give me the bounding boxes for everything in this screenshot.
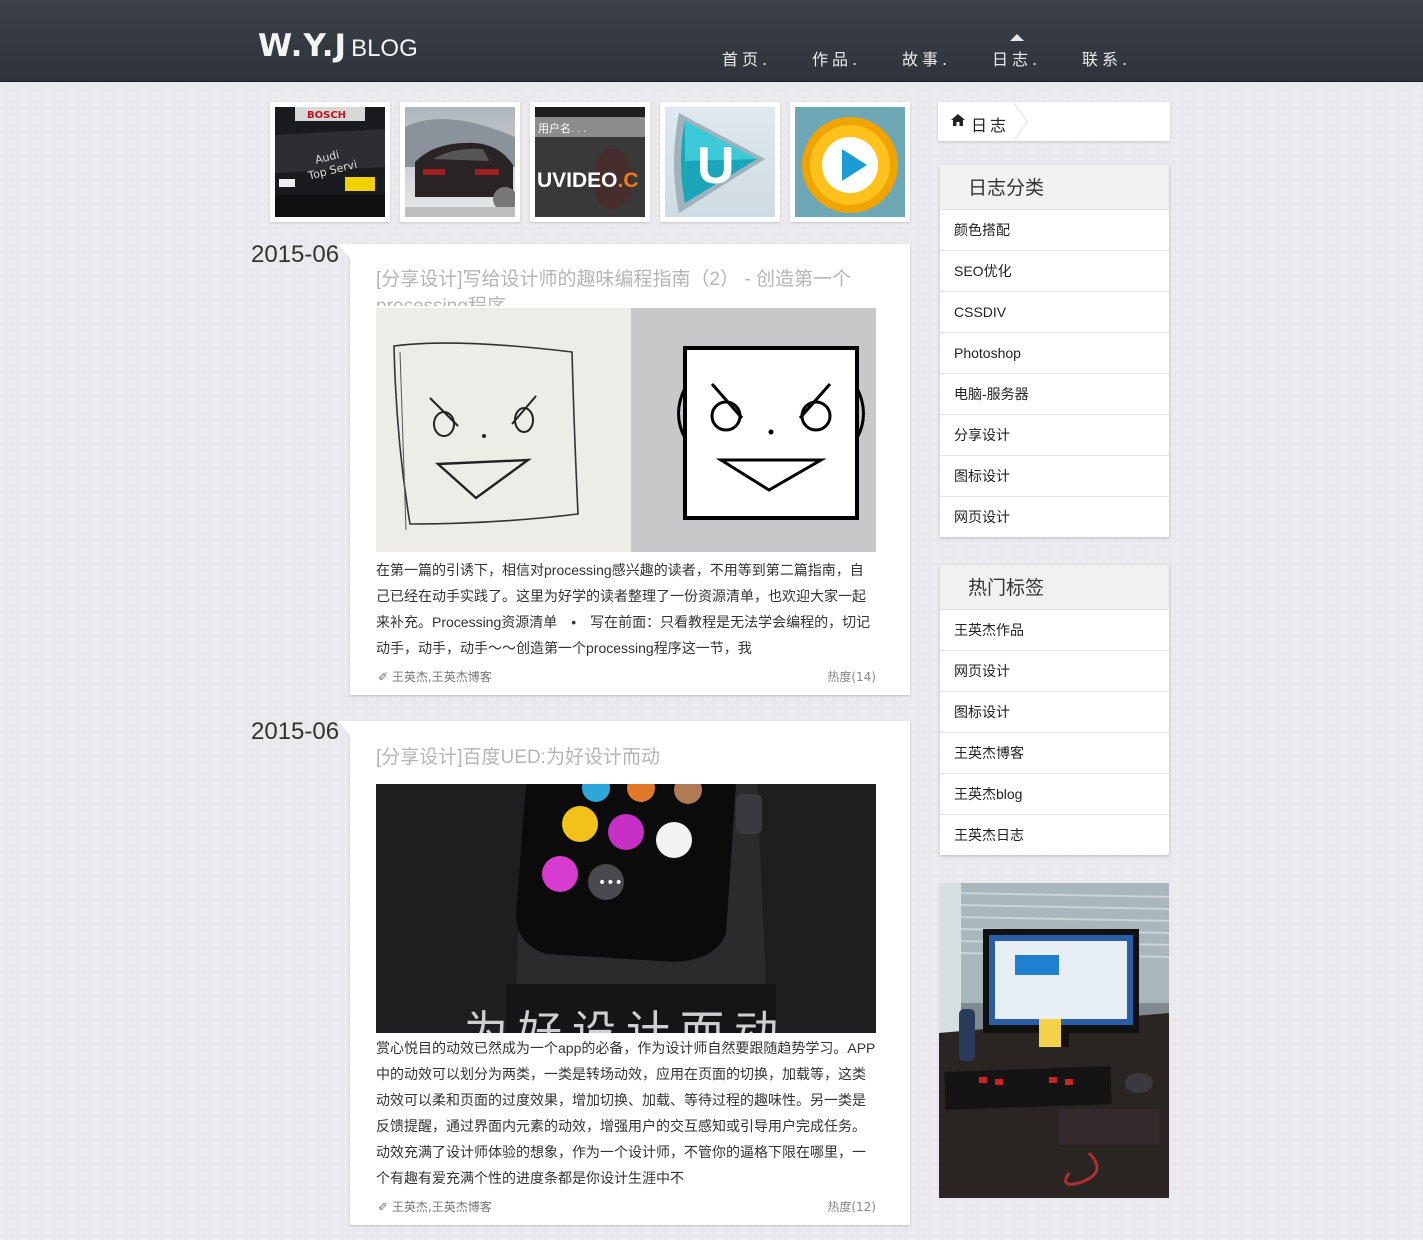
- svg-text:U: U: [697, 137, 735, 195]
- nav-contact[interactable]: 联系.: [1080, 44, 1170, 81]
- category-title: 日志分类: [940, 165, 1169, 210]
- post-heat: 热度(12): [827, 1200, 876, 1214]
- post-card: [分享设计]写给设计师的趣味编程指南（2） - 创造第一个processing程…: [338, 244, 910, 695]
- post-tags[interactable]: ✐ 王英杰,王英杰博客: [378, 668, 492, 685]
- post-title[interactable]: [分享设计]百度UED:为好设计而动: [376, 744, 876, 774]
- category-item[interactable]: 颜色搭配: [940, 210, 1169, 251]
- logo-sub: BLOG: [351, 35, 418, 62]
- svg-text:BOSCH: BOSCH: [307, 110, 346, 121]
- category-box: 日志分类 颜色搭配 SEO优化 CSSDIV Photoshop 电脑-服务器 …: [940, 165, 1169, 537]
- play-logo-icon: [802, 117, 898, 213]
- tag-item[interactable]: 图标设计: [940, 692, 1169, 733]
- desk-photo[interactable]: [939, 883, 1169, 1198]
- tag-item[interactable]: 网页设计: [940, 651, 1169, 692]
- nav-journal[interactable]: 日志.: [990, 34, 1080, 81]
- post-image[interactable]: [376, 308, 876, 552]
- post-date: 2015-06: [251, 718, 339, 745]
- thumb-bosch-race-car[interactable]: BOSCH Audi Top Servi: [270, 102, 390, 222]
- post-image[interactable]: ••• 为好设计而动: [376, 784, 876, 1033]
- thumb-play-button-logo[interactable]: [790, 102, 910, 222]
- face-drawing-image: [376, 308, 876, 552]
- tag-icon: ✐: [378, 670, 389, 684]
- post-excerpt: 赏心悦目的动效已然成为一个app的必备，作为设计师自然要跟随趋势学习。APP中的…: [376, 1040, 876, 1186]
- tag-item[interactable]: 王英杰作品: [940, 610, 1169, 651]
- hot-tags-title: 热门标签: [940, 565, 1169, 610]
- post-title[interactable]: [分享设计]写给设计师的趣味编程指南（2） - 创造第一个processing程…: [376, 266, 876, 306]
- sedan-image: [405, 107, 515, 217]
- home-icon[interactable]: [950, 112, 966, 128]
- tag-item[interactable]: 王英杰日志: [940, 815, 1169, 855]
- hot-tags-box: 热门标签 王英杰作品 网页设计 图标设计 王英杰博客 王英杰blog 王英杰日志: [940, 565, 1169, 855]
- thumb-uvideo-login[interactable]: 用户名. . . UVIDEO.C: [530, 102, 650, 222]
- logo-main: W.Y.J: [258, 28, 348, 64]
- site-header: W.Y.J BLOG 首页. 作品. 故事. 日志. 联系.: [0, 0, 1423, 82]
- tag-item[interactable]: 王英杰博客: [940, 733, 1169, 774]
- category-item[interactable]: 图标设计: [940, 456, 1169, 497]
- breadcrumb-current: 日志: [971, 116, 1010, 135]
- race-car-image: BOSCH Audi Top Servi: [275, 107, 385, 217]
- thumb-black-sedan[interactable]: [400, 102, 520, 222]
- site-logo[interactable]: W.Y.J BLOG: [258, 28, 418, 64]
- category-item[interactable]: CSSDIV: [940, 292, 1169, 333]
- post-tags[interactable]: ✐ 王英杰,王英杰博客: [378, 1198, 492, 1215]
- post-card: [分享设计]百度UED:为好设计而动 ••• 为好设计而动 赏心悦目的动效已然成…: [338, 721, 910, 1225]
- uvideo-brand-text: UVIDEO.C: [537, 169, 639, 192]
- category-item[interactable]: Photoshop: [940, 333, 1169, 374]
- desk-computer-image: [939, 883, 1169, 1198]
- nav-works[interactable]: 作品.: [810, 44, 900, 81]
- category-item[interactable]: SEO优化: [940, 251, 1169, 292]
- post-heat: 热度(14): [827, 670, 876, 684]
- post-excerpt: 在第一篇的引诱下，相信对processing感兴趣的读者，不用等到第二篇指南，自…: [376, 562, 871, 656]
- username-placeholder: 用户名. . .: [538, 123, 587, 135]
- category-item[interactable]: 分享设计: [940, 415, 1169, 456]
- tag-item[interactable]: 王英杰blog: [940, 774, 1169, 815]
- thumb-uvideo-u-logo[interactable]: U: [660, 102, 780, 222]
- category-item[interactable]: 电脑-服务器: [940, 374, 1169, 415]
- tag-icon: ✐: [378, 1200, 389, 1214]
- u-logo-icon: U: [674, 113, 765, 213]
- post-date: 2015-06: [251, 241, 339, 268]
- svg-text:•••: •••: [598, 875, 623, 891]
- image-caption: 为好设计而动: [464, 1007, 788, 1033]
- breadcrumb: 日志: [938, 102, 1170, 141]
- category-item[interactable]: 网页设计: [940, 497, 1169, 537]
- nav-home[interactable]: 首页.: [720, 44, 810, 81]
- main-nav: 首页. 作品. 故事. 日志. 联系.: [720, 34, 1170, 81]
- nav-stories[interactable]: 故事.: [900, 44, 990, 81]
